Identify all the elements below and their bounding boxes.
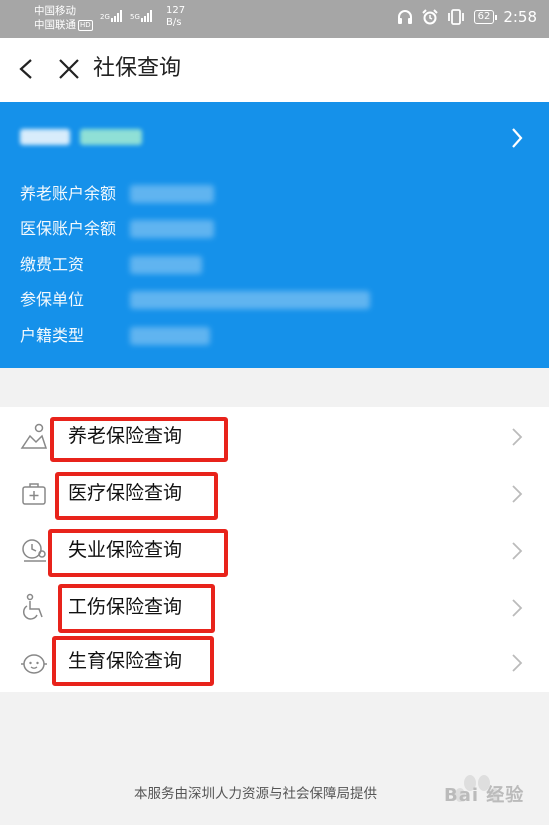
status-bar: 中国移动 中国联通 HD 2G 5G 127 B/s 62 2:58 (0, 0, 549, 38)
vibrate-icon (447, 9, 464, 25)
insured-employer-label: 参保单位 (20, 290, 85, 309)
menu-label: 医疗保险查询 (68, 482, 183, 504)
menu-item-maternity[interactable]: 生育保险查询 (0, 636, 549, 693)
insured-employer-row: 参保单位 (20, 288, 84, 312)
pension-balance-row: 养老账户余额 (20, 182, 116, 206)
carrier-1: 中国移动 (34, 5, 76, 17)
pension-balance-value-redacted (130, 185, 214, 203)
household-type-value-redacted (130, 327, 210, 345)
headphones-icon (397, 10, 412, 24)
insurance-query-menu: 养老保险查询 医疗保险查询 失业保险查询 工伤保险查询 生育保险查询 (0, 407, 549, 692)
title-bar: 社保查询 (0, 38, 549, 102)
menu-item-medical[interactable]: 医疗保险查询 (0, 465, 549, 522)
contribution-wage-row: 缴费工资 (20, 253, 84, 277)
baidu-watermark-text: Bai 经验 (444, 785, 525, 806)
back-arrow-icon[interactable] (16, 58, 38, 80)
medical-balance-row: 医保账户余额 (20, 217, 116, 241)
household-type-row: 户籍类型 (20, 324, 84, 348)
menu-label: 失业保险查询 (68, 539, 183, 561)
signal-2-icon: 5G (130, 9, 152, 22)
close-icon[interactable] (57, 57, 81, 81)
hd-badge: HD (78, 20, 93, 31)
menu-label: 生育保险查询 (68, 650, 183, 672)
contribution-wage-value-redacted (130, 256, 202, 274)
wheelchair-icon (22, 593, 43, 620)
menu-item-work-injury[interactable]: 工伤保险查询 (0, 579, 549, 636)
chevron-right-icon (512, 654, 523, 672)
elderly-person-icon (20, 423, 48, 449)
carrier-info: 中国移动 中国联通 HD (34, 4, 93, 32)
network-type-1: 2G (100, 13, 110, 21)
menu-item-pension[interactable]: 养老保险查询 (0, 408, 549, 465)
chevron-right-icon (512, 485, 523, 503)
menu-label: 养老保险查询 (68, 425, 183, 447)
clock-person-icon (22, 539, 46, 562)
insured-employer-value-redacted (130, 291, 370, 309)
user-id-redacted (80, 129, 142, 145)
page-title: 社保查询 (93, 56, 182, 81)
signal-1-icon: 2G (100, 9, 122, 22)
user-name-redacted (20, 129, 70, 145)
account-info-card[interactable]: 养老账户余额 医保账户余额 缴费工资 参保单位 户籍类型 (0, 102, 549, 368)
chevron-right-icon (512, 428, 523, 446)
chevron-right-icon (512, 542, 523, 560)
medical-balance-value-redacted (130, 220, 214, 238)
clock-time: 2:58 (503, 8, 537, 26)
battery-icon: 62 (473, 10, 498, 24)
speed-unit: B/s (166, 17, 182, 28)
medical-kit-icon (22, 483, 46, 505)
chevron-right-icon[interactable] (510, 126, 524, 150)
chevron-right-icon (512, 599, 523, 617)
network-type-2: 5G (130, 13, 140, 21)
contribution-wage-label: 缴费工资 (20, 255, 85, 274)
pension-balance-label: 养老账户余额 (20, 184, 117, 203)
baby-face-icon (21, 654, 47, 674)
network-speed: 127 B/s (166, 5, 185, 29)
speed-value: 127 (166, 5, 186, 16)
menu-item-unemployment[interactable]: 失业保险查询 (0, 522, 549, 579)
household-type-label: 户籍类型 (20, 326, 85, 345)
alarm-icon (421, 9, 438, 25)
carrier-2: 中国联通 (34, 19, 76, 31)
service-provider-note: 本服务由深圳人力资源与社会保障局提供 (134, 786, 377, 802)
medical-balance-label: 医保账户余额 (20, 219, 117, 238)
menu-label: 工伤保险查询 (68, 596, 183, 618)
